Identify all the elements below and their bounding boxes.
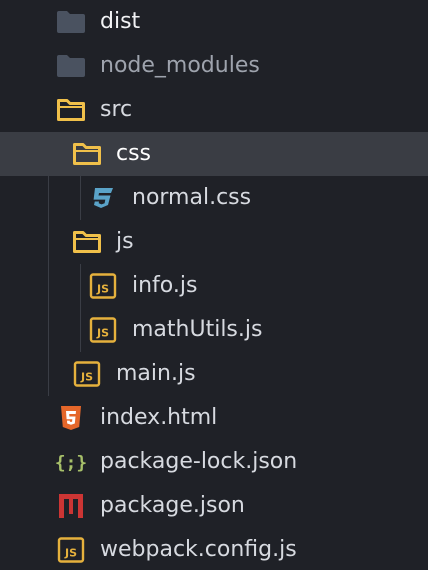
- tree-item-label: main.js: [116, 361, 196, 386]
- tree-item-label: css: [116, 141, 152, 166]
- tree-item-label: mathUtils.js: [132, 317, 263, 342]
- svg-text:{;}: {;}: [56, 453, 86, 474]
- css-file-icon: [88, 185, 118, 211]
- tree-item-label: info.js: [132, 273, 198, 298]
- tree-item-label: src: [100, 97, 133, 122]
- folder-open-icon: [72, 229, 102, 255]
- tree-item-index-html[interactable]: index.html: [0, 396, 428, 440]
- js-file-icon: JS: [72, 361, 102, 387]
- tree-item-package-json[interactable]: package.json: [0, 484, 428, 528]
- tree-item-css[interactable]: css: [0, 132, 428, 176]
- tree-item-normal-css[interactable]: normal.css: [0, 176, 428, 220]
- tree-item-node-modules[interactable]: node_modules: [0, 44, 428, 88]
- tree-item-webpack-config-js[interactable]: JS webpack.config.js: [0, 528, 428, 570]
- tree-item-label: index.html: [100, 405, 218, 430]
- tree-item-label: node_modules: [100, 53, 260, 78]
- tree-item-label: normal.css: [132, 185, 252, 210]
- tree-item-js[interactable]: js: [0, 220, 428, 264]
- tree-item-mathutils-js[interactable]: JS mathUtils.js: [0, 308, 428, 352]
- tree-item-label: js: [116, 229, 134, 254]
- folder-open-icon: [72, 141, 102, 167]
- js-file-icon: JS: [88, 317, 118, 343]
- folder-closed-icon: [56, 9, 86, 35]
- svg-text:JS: JS: [96, 327, 109, 340]
- json-file-icon: {;}: [56, 449, 86, 475]
- tree-item-label: webpack.config.js: [100, 537, 297, 562]
- tree-item-src[interactable]: src: [0, 88, 428, 132]
- folder-closed-icon: [56, 53, 86, 79]
- html-file-icon: [56, 405, 86, 431]
- svg-text:JS: JS: [96, 283, 109, 296]
- js-file-icon: JS: [88, 273, 118, 299]
- tree-item-label: package.json: [100, 493, 245, 518]
- tree-item-info-js[interactable]: JS info.js: [0, 264, 428, 308]
- npm-file-icon: [56, 493, 86, 519]
- js-file-icon: JS: [56, 537, 86, 563]
- svg-text:JS: JS: [80, 371, 93, 384]
- file-explorer: dist node_modules src css normal.css js …: [0, 0, 428, 570]
- svg-text:JS: JS: [64, 547, 77, 560]
- tree-item-label: dist: [100, 9, 141, 34]
- folder-open-icon: [56, 97, 86, 123]
- tree-item-label: package-lock.json: [100, 449, 298, 474]
- tree-item-package-lock-json[interactable]: {;} package-lock.json: [0, 440, 428, 484]
- tree-item-dist[interactable]: dist: [0, 0, 428, 44]
- tree-item-main-js[interactable]: JS main.js: [0, 352, 428, 396]
